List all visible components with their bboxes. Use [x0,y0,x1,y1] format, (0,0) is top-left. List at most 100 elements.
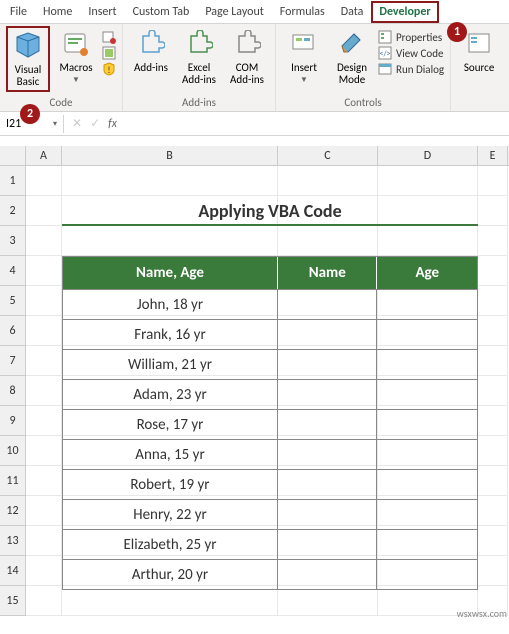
td-name[interactable] [278,289,378,319]
cell[interactable] [26,316,62,346]
cell[interactable] [62,226,278,256]
view-code-button[interactable]: </>View Code [378,46,444,60]
row-header[interactable]: 13 [0,526,26,556]
fx-button[interactable]: fx [108,117,117,131]
td-name[interactable] [278,379,378,409]
col-header-B[interactable]: B [62,146,278,165]
cell[interactable] [478,166,508,196]
select-all-cell[interactable] [0,146,26,165]
row-header[interactable]: 2 [0,196,26,226]
run-dialog-button[interactable]: Run Dialog [378,62,444,76]
td-name[interactable] [278,349,378,379]
td-name[interactable] [278,439,378,469]
cell[interactable] [26,406,62,436]
insert-control-button[interactable]: Insert ▼ [282,26,326,87]
cell[interactable] [478,556,508,586]
cell[interactable] [26,166,62,196]
cell[interactable] [26,256,62,286]
cell[interactable] [62,586,278,616]
tab-data[interactable]: Data [333,1,372,23]
cell[interactable] [478,226,508,256]
cell[interactable] [278,226,378,256]
td-age[interactable] [377,559,477,589]
tab-page-layout[interactable]: Page Layout [197,1,271,23]
td-name-age[interactable]: Rose, 17 yr [63,409,278,439]
cell[interactable] [26,586,62,616]
formula-input[interactable] [125,122,509,126]
td-name[interactable] [278,469,378,499]
row-header[interactable]: 1 [0,166,26,196]
td-name[interactable] [278,529,378,559]
td-name-age[interactable]: John, 18 yr [63,289,278,319]
tab-insert[interactable]: Insert [80,1,124,23]
cell[interactable] [478,496,508,526]
cell[interactable] [26,226,62,256]
cell[interactable] [26,376,62,406]
cell[interactable] [26,196,62,226]
row-header[interactable]: 3 [0,226,26,256]
td-name[interactable] [278,319,378,349]
cell[interactable] [478,436,508,466]
cell[interactable] [278,166,378,196]
row-header[interactable]: 5 [0,286,26,316]
cell[interactable] [378,226,478,256]
td-name-age[interactable]: Elizabeth, 25 yr [63,529,278,559]
col-header-E[interactable]: E [478,146,508,165]
cell[interactable] [378,166,478,196]
col-header-C[interactable]: C [278,146,378,165]
tab-developer[interactable]: Developer [371,1,438,23]
row-header[interactable]: 8 [0,376,26,406]
td-name[interactable] [278,409,378,439]
macro-security-button[interactable]: ! [102,62,116,76]
td-name-age[interactable]: Anna, 15 yr [63,439,278,469]
record-macro-button[interactable] [102,30,116,44]
cell[interactable] [478,286,508,316]
row-header[interactable]: 12 [0,496,26,526]
td-age[interactable] [377,469,477,499]
relative-ref-button[interactable] [102,46,116,60]
td-age[interactable] [377,439,477,469]
td-name-age[interactable]: Robert, 19 yr [63,469,278,499]
td-age[interactable] [377,289,477,319]
cell[interactable] [26,436,62,466]
enter-formula-icon[interactable]: ✓ [90,116,100,131]
design-mode-button[interactable]: Design Mode [330,26,374,88]
td-name[interactable] [278,559,378,589]
visual-basic-button[interactable]: Visual Basic [6,26,50,92]
td-age[interactable] [377,349,477,379]
td-name[interactable] [278,499,378,529]
td-age[interactable] [377,379,477,409]
cell[interactable] [62,166,278,196]
cell[interactable] [26,346,62,376]
cell[interactable] [478,316,508,346]
tab-formulas[interactable]: Formulas [272,1,333,23]
cell[interactable] [26,496,62,526]
macros-button[interactable]: Macros ▼ [54,26,98,87]
td-name-age[interactable]: Adam, 23 yr [63,379,278,409]
excel-addins-button[interactable]: Excel Add-ins [177,26,221,88]
cell[interactable] [478,466,508,496]
row-header[interactable]: 4 [0,256,26,286]
td-name-age[interactable]: Frank, 16 yr [63,319,278,349]
td-age[interactable] [377,409,477,439]
col-header-D[interactable]: D [378,146,478,165]
worksheet-grid[interactable]: 1 2 3 4 5 6 7 8 [0,166,509,616]
cell[interactable] [26,526,62,556]
cell[interactable] [278,586,378,616]
row-header[interactable]: 14 [0,556,26,586]
tab-file[interactable]: File [2,1,35,23]
cell[interactable] [478,256,508,286]
addins-button[interactable]: Add-ins [129,26,173,76]
row-header[interactable]: 11 [0,466,26,496]
row-header[interactable]: 9 [0,406,26,436]
tab-custom[interactable]: Custom Tab [125,1,198,23]
cell[interactable] [26,466,62,496]
cell[interactable] [478,406,508,436]
td-name-age[interactable]: Henry, 22 yr [63,499,278,529]
td-age[interactable] [377,499,477,529]
cell[interactable] [26,286,62,316]
cell[interactable] [478,346,508,376]
td-name-age[interactable]: William, 21 yr [63,349,278,379]
td-age[interactable] [377,529,477,559]
row-header[interactable]: 7 [0,346,26,376]
